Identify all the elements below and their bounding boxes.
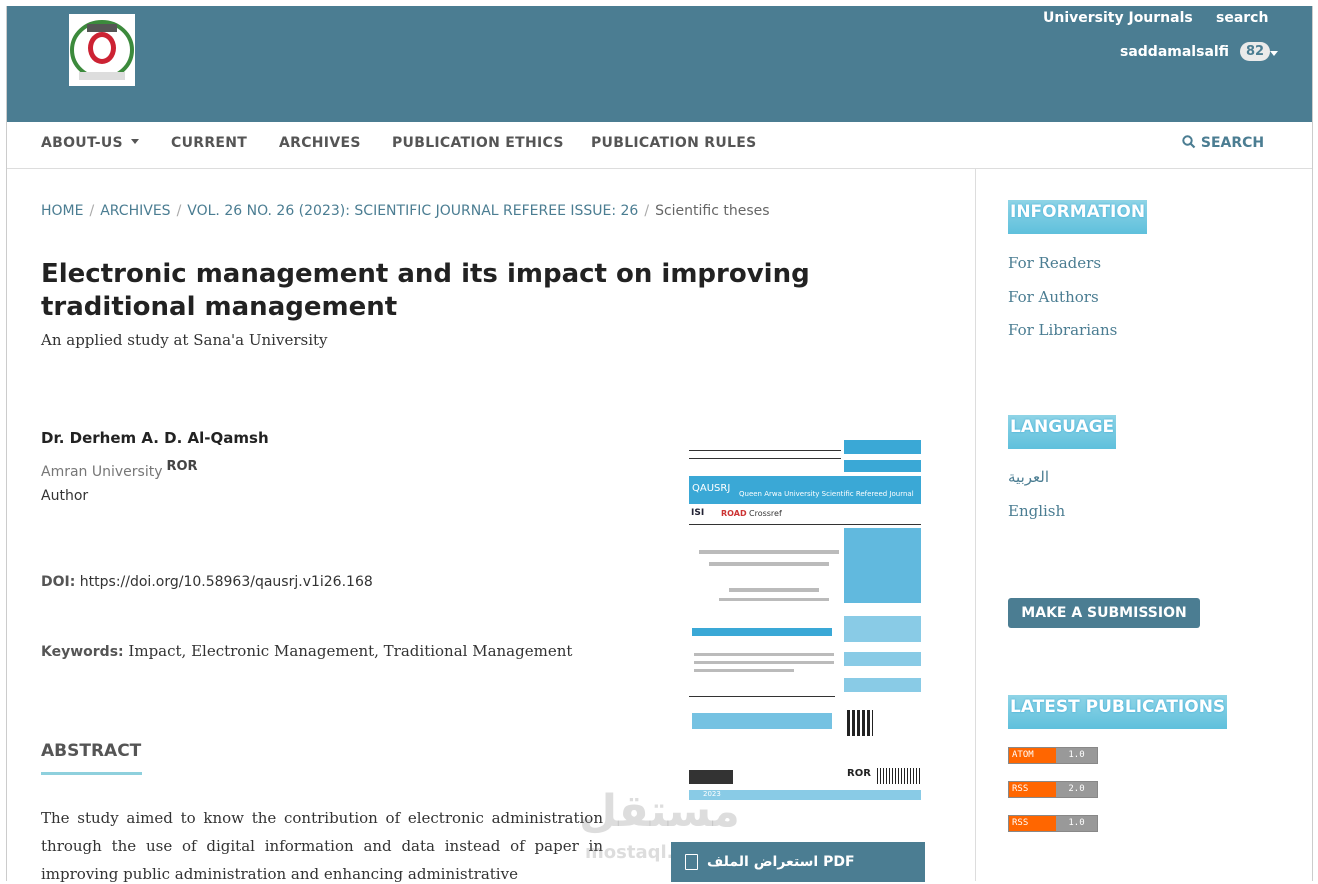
cover-journal-code: QAUSRJ — [692, 483, 731, 494]
breadcrumb-home[interactable]: HOME — [41, 203, 83, 219]
feed-version: 1.0 — [1068, 818, 1085, 828]
nav-item-label: ABOUT-US — [41, 135, 123, 151]
cover-journal-name: Queen Arwa University Scientific Referee… — [739, 490, 914, 498]
cover-crossref-logo: Crossref — [749, 509, 782, 518]
notification-badge[interactable]: 82 — [1240, 42, 1271, 61]
view-pdf-label: استعراض الملف PDF — [707, 854, 855, 870]
affiliation-text: Amran University — [41, 464, 163, 480]
cover-isi-logo: ISI — [691, 508, 705, 518]
chevron-down-icon — [130, 139, 139, 144]
abstract-underline — [41, 772, 142, 775]
make-submission-button[interactable]: MAKE A SUBMISSION — [1008, 598, 1200, 628]
nav-item-publication-ethics[interactable]: PUBLICATION ETHICS — [392, 135, 564, 151]
author-affiliation: Amran University ROR — [41, 459, 198, 480]
nav-search-link[interactable]: SEARCH — [1182, 135, 1264, 151]
breadcrumb-archives[interactable]: ARCHIVES — [100, 203, 170, 219]
breadcrumb-current: Scientific theses — [655, 203, 770, 219]
ror-icon[interactable]: ROR — [167, 459, 198, 474]
cover-road-logo: ROAD — [721, 509, 747, 518]
breadcrumb-issue[interactable]: VOL. 26 NO. 26 (2023): SCIENTIFIC JOURNA… — [187, 203, 638, 219]
view-pdf-button[interactable]: استعراض الملف PDF — [671, 842, 925, 882]
doi-label: DOI: — [41, 574, 76, 590]
search-icon — [1182, 135, 1196, 149]
header-search-link[interactable]: search — [1216, 10, 1268, 26]
article-subtitle: An applied study at Sana'a University — [41, 331, 328, 349]
latest-publications-heading: LATEST PUBLICATIONS — [1008, 695, 1228, 729]
author-role: Author — [41, 488, 89, 504]
journal-cover-thumbnail[interactable]: QAUSRJ Queen Arwa University Scientific … — [689, 438, 923, 800]
abstract-heading: ABSTRACT — [41, 741, 142, 761]
information-heading: INFORMATION — [1008, 200, 1148, 234]
feed-version: 2.0 — [1068, 784, 1085, 794]
keywords-label: Keywords: — [41, 644, 124, 660]
feed-type: ATOM — [1009, 748, 1056, 763]
nav-search-label: SEARCH — [1200, 135, 1265, 151]
doi: DOI: https://doi.org/10.58963/qausrj.v1i… — [41, 574, 373, 590]
for-librarians-link[interactable]: For Librarians — [1008, 321, 1117, 339]
doi-link[interactable]: https://doi.org/10.58963/qausrj.v1i26.16… — [80, 574, 373, 590]
for-readers-link[interactable]: For Readers — [1008, 254, 1101, 272]
nav-item-about-us[interactable]: ABOUT-US — [41, 135, 139, 151]
abstract-text: The study aimed to know the contribution… — [41, 809, 603, 883]
site-header: University Journals search saddamalsalfi… — [7, 6, 1312, 122]
article-title: Electronic management and its impact on … — [41, 259, 810, 322]
browser-viewport: University Journals search saddamalsalfi… — [6, 6, 1313, 883]
language-english-link[interactable]: English — [1008, 502, 1065, 520]
for-authors-link[interactable]: For Authors — [1008, 288, 1099, 306]
nav-item-archives[interactable]: ARCHIVES — [279, 135, 361, 151]
rss1-feed-link[interactable]: RSS 1.0 — [1008, 815, 1098, 832]
username-link[interactable]: saddamalsalfi — [1120, 44, 1229, 60]
feed-version: 1.0 — [1068, 750, 1085, 760]
university-logo[interactable] — [65, 14, 139, 86]
nav-item-current[interactable]: CURRENT — [171, 135, 247, 151]
keywords-value: Impact, Electronic Management, Tradition… — [128, 642, 573, 660]
author-name: Dr. Derhem A. D. Al-Qamsh — [41, 429, 269, 447]
nav-item-publication-rules[interactable]: PUBLICATION RULES — [591, 135, 757, 151]
keywords: Keywords: Impact, Electronic Management,… — [41, 642, 572, 660]
sidebar-divider — [975, 168, 976, 881]
watermark-arabic: مستقل — [579, 786, 740, 837]
language-arabic-link[interactable]: العربية — [1008, 468, 1049, 486]
feed-type: RSS — [1009, 816, 1056, 831]
chevron-down-icon[interactable] — [1270, 51, 1278, 56]
breadcrumb: HOME / ARCHIVES / VOL. 26 NO. 26 (2023): SCI… — [41, 203, 770, 219]
primary-nav: ABOUT-US CURRENT ARCHIVES PUBLICATION ET… — [7, 122, 1312, 169]
rss2-feed-link[interactable]: RSS 2.0 — [1008, 781, 1098, 798]
university-journals-link[interactable]: University Journals — [1043, 10, 1193, 26]
atom-feed-link[interactable]: ATOM 1.0 — [1008, 747, 1098, 764]
pdf-file-icon — [685, 854, 698, 870]
language-heading: LANGUAGE — [1008, 415, 1117, 449]
feed-type: RSS — [1009, 782, 1056, 797]
